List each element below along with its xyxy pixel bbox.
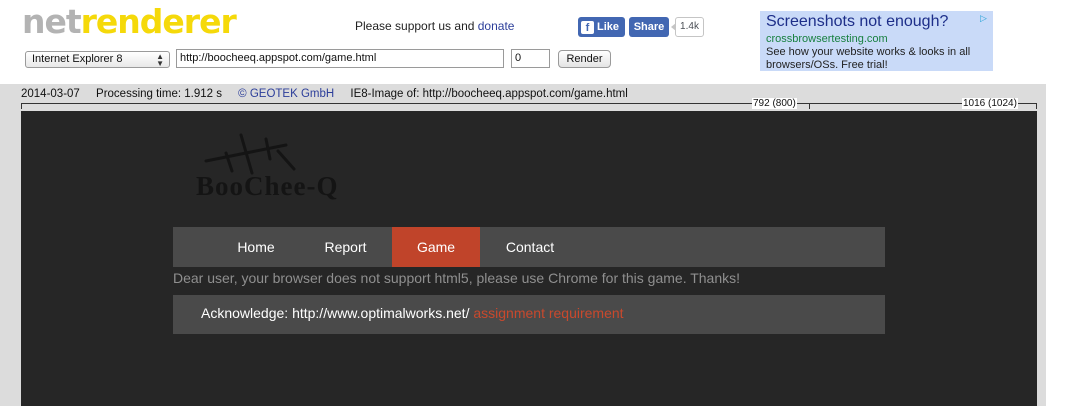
assignment-requirement-link[interactable]: assignment requirement	[473, 305, 623, 321]
ad-choices-icon[interactable]: ▷	[980, 13, 990, 23]
support-message: Please support us and donate	[355, 19, 514, 33]
width-ruler: 792 (800) 1016 (1024)	[21, 98, 1037, 111]
ruler-label-800: 792 (800)	[752, 98, 797, 109]
ruler-tick	[809, 103, 810, 109]
browser-select-value: Internet Explorer 8	[32, 53, 123, 65]
site-nav: Home Report Game Contact	[173, 227, 885, 267]
donate-link[interactable]: donate	[478, 19, 515, 33]
select-arrows-icon: ▲ ▼	[156, 52, 164, 68]
ruler-label-1024: 1016 (1024)	[962, 98, 1018, 109]
ad-banner[interactable]: Screenshots not enough? crossbrowsertest…	[760, 11, 993, 71]
rendered-page: BooChee-Q Home Report Game Contact Dear …	[21, 111, 1037, 406]
facebook-icon: f	[581, 20, 594, 34]
render-date: 2014-03-07	[21, 88, 80, 100]
ack-label: Acknowledge:	[201, 305, 293, 321]
nav-contact[interactable]: Contact	[494, 227, 566, 267]
ad-url[interactable]: crossbrowsertesting.com	[766, 32, 987, 46]
support-text: Please support us and	[355, 19, 478, 33]
html5-warning: Dear user, your browser does not support…	[173, 270, 741, 286]
like-label: Like	[597, 21, 620, 33]
ad-title[interactable]: Screenshots not enough?	[766, 12, 987, 32]
netrenderer-logo[interactable]: netrenderer	[22, 2, 237, 42]
render-info-bar: 2014-03-07 Processing time: 1.912 s © GE…	[21, 88, 641, 100]
render-button[interactable]: Render	[558, 50, 611, 68]
browser-select[interactable]: Internet Explorer 8 ▲ ▼	[25, 51, 170, 68]
ruler-tick	[1036, 103, 1037, 109]
delay-input[interactable]: 0	[511, 49, 550, 68]
site-logo-text: BooChee-Q	[196, 171, 339, 201]
site-logo[interactable]: BooChee-Q	[196, 131, 376, 206]
geotek-link[interactable]: © GEOTEK GmbH	[238, 88, 334, 100]
ack-url: http://www.optimalworks.net/	[292, 305, 470, 321]
logo-part-net: net	[22, 2, 82, 41]
facebook-share-button[interactable]: Share	[629, 17, 669, 37]
acknowledge-bar: Acknowledge: http://www.optimalworks.net…	[173, 295, 885, 334]
ruler-line	[21, 103, 1037, 104]
nav-report[interactable]: Report	[312, 227, 379, 267]
ruler-tick	[21, 103, 22, 109]
image-of-label: IE8-Image of: http://boocheeq.appspot.co…	[350, 88, 628, 100]
facebook-like-button[interactable]: f Like	[578, 17, 625, 37]
nav-home[interactable]: Home	[223, 227, 289, 267]
processing-time: Processing time: 1.912 s	[96, 88, 222, 100]
logo-part-renderer: renderer	[80, 2, 237, 41]
url-input[interactable]: http://boocheeq.appspot.com/game.html	[176, 49, 504, 68]
nav-game[interactable]: Game	[392, 227, 480, 267]
ad-text: See how your website works & looks in al…	[766, 46, 971, 71]
like-count-badge: 1.4k	[671, 17, 704, 37]
